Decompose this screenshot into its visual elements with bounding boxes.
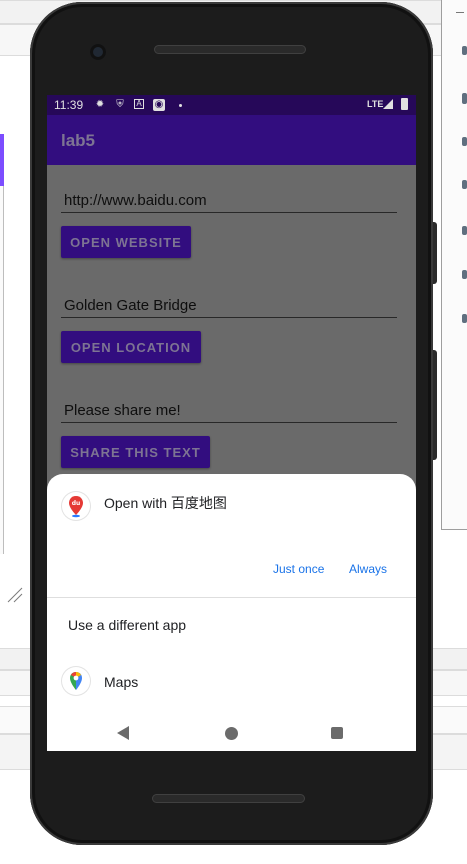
ide-left-panel [0,134,4,554]
system-nav-bar [47,715,416,751]
baidu-maps-icon: du [62,492,90,520]
ide-back-icon[interactable] [462,180,467,189]
ide-tool-icon[interactable] [462,226,467,235]
bottom-speaker [152,794,305,803]
recents-icon[interactable] [331,727,343,739]
ide-left-selection [0,134,4,186]
device-screen: 11:39 ✹ ⛨ A ◉ LTE lab5 http://www.baidu.… [47,95,416,751]
ide-tool-icon[interactable] [462,93,467,104]
resize-grip-icon[interactable] [6,586,24,604]
back-icon[interactable] [117,726,129,740]
maps-label: Maps [104,674,139,690]
ide-right-toolbar [441,0,467,530]
ide-rotate-icon[interactable] [462,46,467,55]
home-icon[interactable] [225,727,238,740]
ide-tool-icon[interactable] [462,270,467,279]
ide-tool-icon[interactable] [462,314,467,323]
just-once-button[interactable]: Just once [273,562,324,576]
ide-minimize-icon[interactable] [456,12,464,13]
top-speaker [154,45,306,54]
front-camera [90,44,106,60]
always-button[interactable]: Always [349,562,387,576]
google-maps-icon [62,667,90,695]
open-with-title: Open with 百度地图 [104,495,227,511]
sheet-divider [47,597,416,598]
svg-text:du: du [72,500,81,507]
ide-tool-icon[interactable] [462,137,467,146]
open-with-bottom-sheet: du Open with 百度地图 Just once Always Use a… [47,474,416,751]
use-different-app-label: Use a different app [68,617,187,633]
